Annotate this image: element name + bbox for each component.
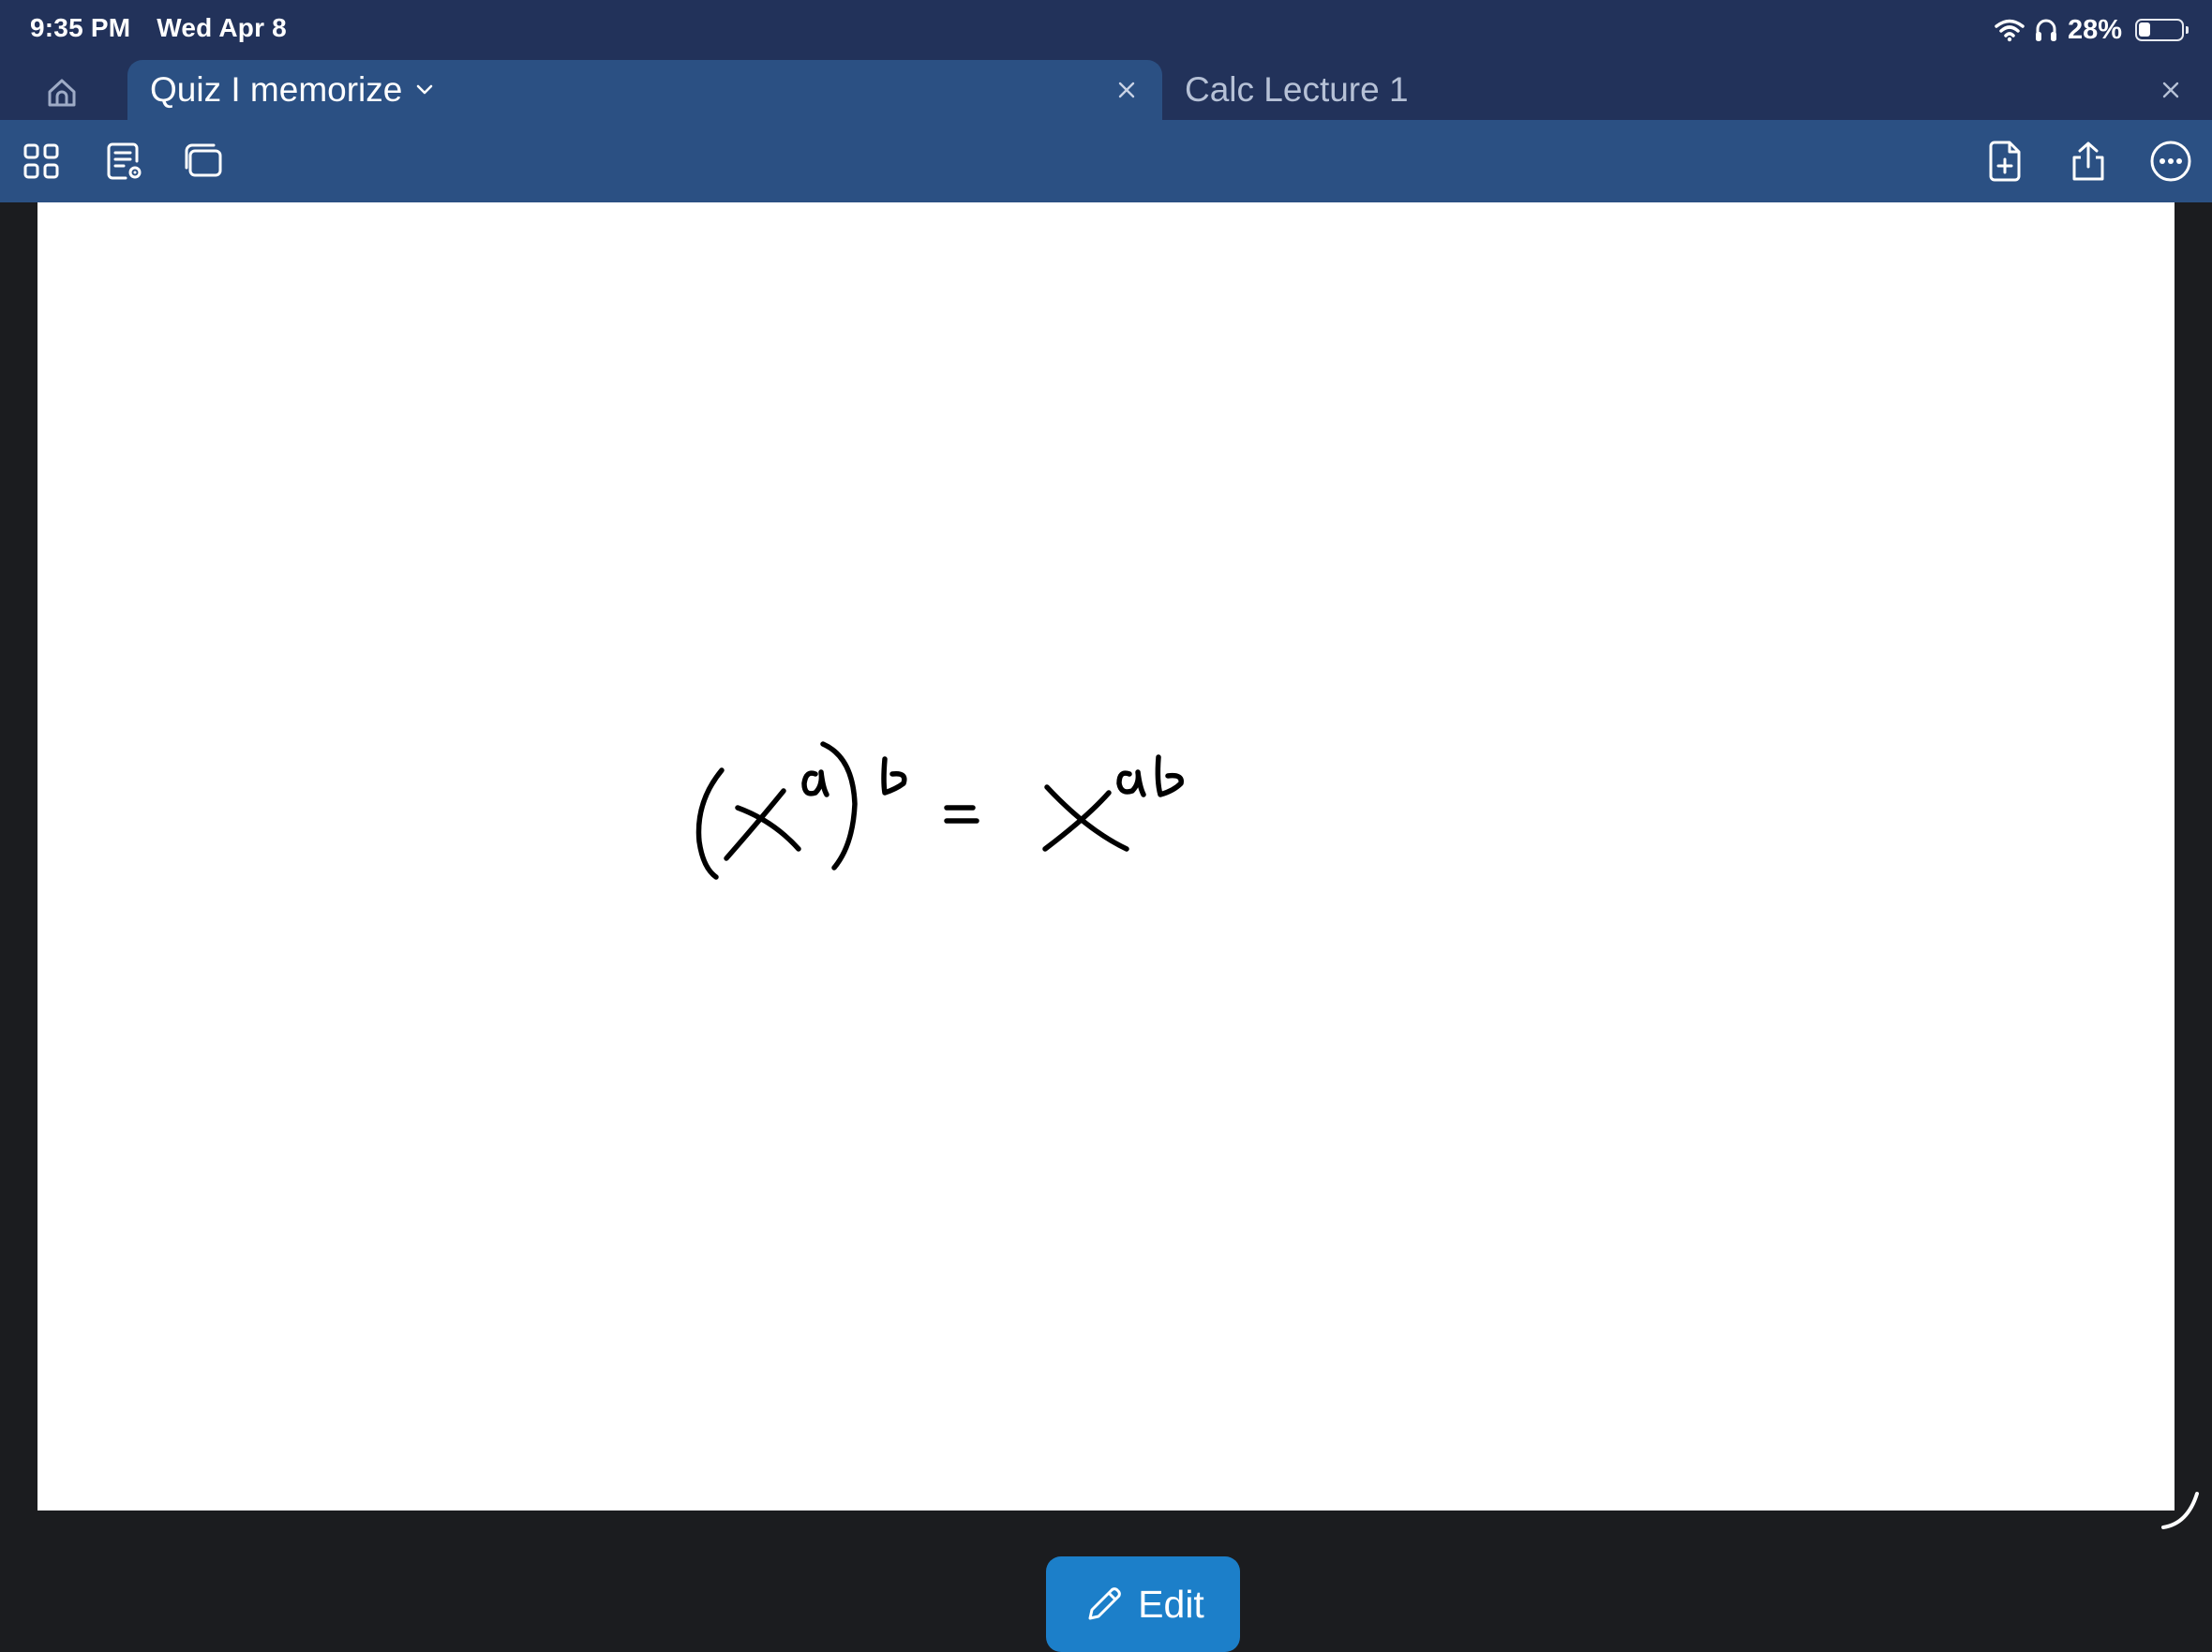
status-time: 9:35 PM bbox=[30, 13, 131, 42]
pages-stack-icon[interactable] bbox=[182, 139, 227, 184]
close-tab-icon[interactable] bbox=[2160, 79, 2182, 101]
thumbnails-grid-icon[interactable] bbox=[19, 139, 64, 184]
battery-icon bbox=[2135, 19, 2189, 41]
status-bar: 9:35 PM Wed Apr 8 28% bbox=[0, 0, 2212, 60]
status-indicators: 28% bbox=[1995, 11, 2189, 49]
scroll-handle-icon[interactable] bbox=[2160, 1486, 2205, 1531]
battery-percentage: 28% bbox=[2067, 14, 2122, 45]
tab-calc-lecture-1[interactable]: Calc Lecture 1 bbox=[1162, 60, 2201, 120]
tab-bar: Quiz I memorize Calc Lecture 1 bbox=[0, 60, 2212, 120]
tab-quiz-i-memorize[interactable]: Quiz I memorize bbox=[127, 60, 1162, 120]
toolbar bbox=[0, 120, 2212, 202]
tab-title: Quiz I memorize bbox=[150, 70, 403, 109]
share-icon[interactable] bbox=[2066, 139, 2111, 184]
tab-title: Calc Lecture 1 bbox=[1185, 70, 1409, 109]
status-time-date: 9:35 PM Wed Apr 8 bbox=[30, 13, 306, 43]
chevron-down-icon[interactable] bbox=[415, 83, 434, 97]
reading-mode-icon[interactable] bbox=[101, 139, 146, 184]
battery-level bbox=[2139, 22, 2150, 37]
close-tab-icon[interactable] bbox=[1115, 79, 1138, 101]
wifi-icon bbox=[1995, 19, 2025, 42]
pencil-icon bbox=[1088, 1587, 1121, 1620]
note-page[interactable]: Edit bbox=[37, 202, 2175, 1652]
more-options-icon[interactable] bbox=[2148, 139, 2193, 184]
edit-button-label: Edit bbox=[1138, 1582, 1204, 1626]
edit-button[interactable]: Edit bbox=[1046, 1556, 1240, 1652]
add-page-icon[interactable] bbox=[1983, 139, 2028, 184]
handwritten-equation bbox=[695, 741, 1184, 880]
headphones-icon bbox=[2035, 19, 2056, 41]
status-date: Wed Apr 8 bbox=[157, 13, 287, 42]
home-icon[interactable] bbox=[41, 73, 82, 111]
